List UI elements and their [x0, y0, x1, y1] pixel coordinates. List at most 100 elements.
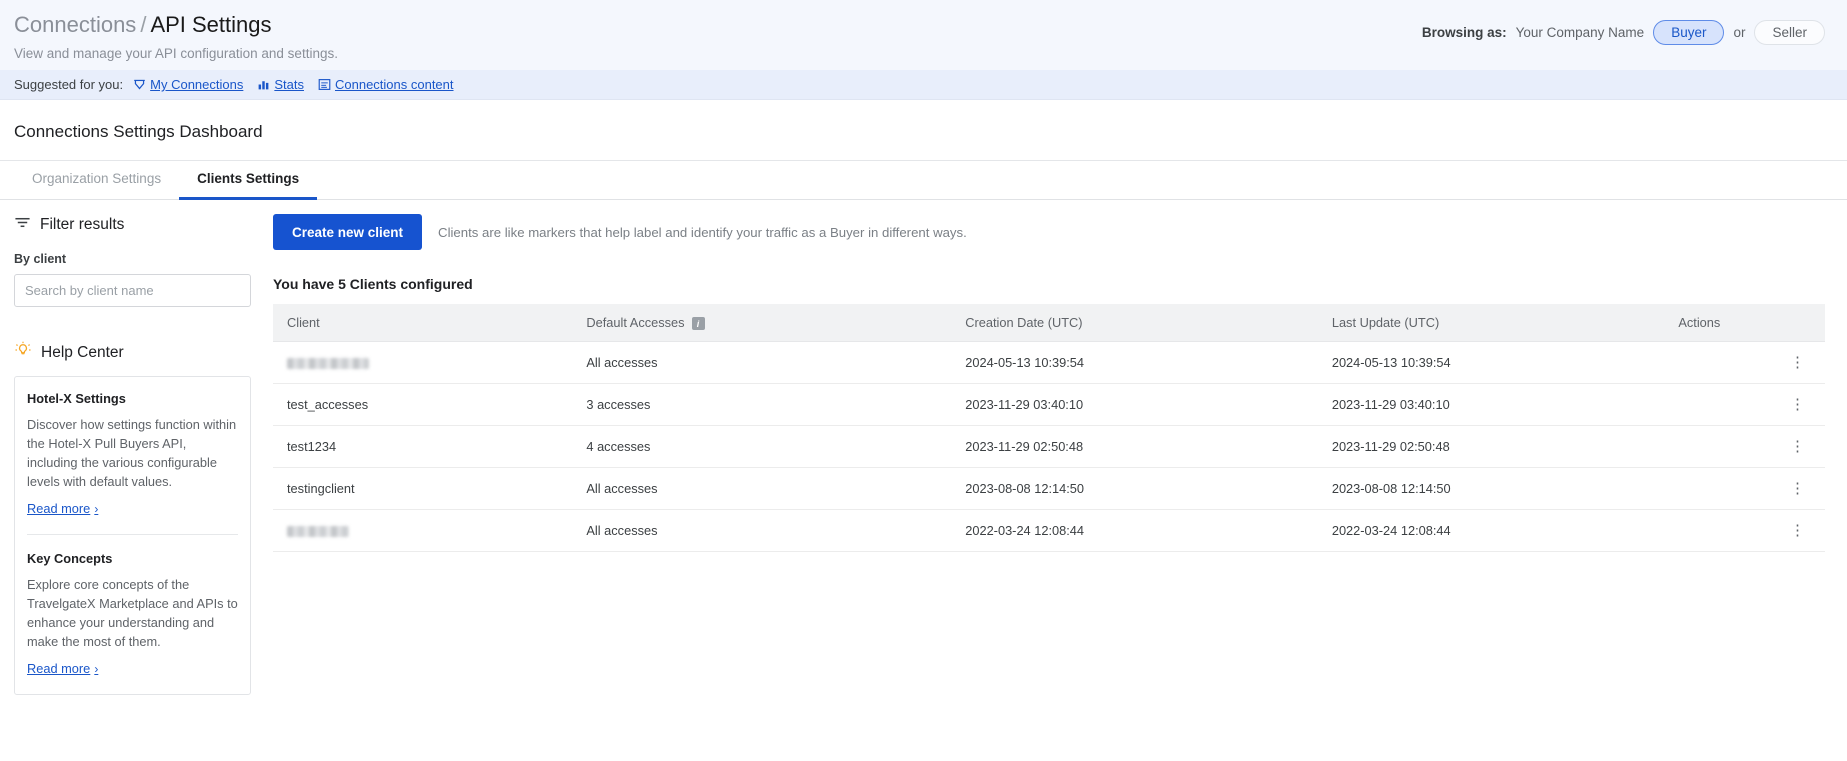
table-row[interactable]: testingclient All accesses 2023-08-08 12… — [273, 467, 1825, 511]
main-toolbar: Create new client Clients are like marke… — [273, 214, 1825, 250]
cell-creation-date: 2024-05-13 10:39:54 — [951, 341, 1318, 385]
column-header-actions: Actions — [1678, 304, 1825, 343]
help-center-title: Help Center — [41, 343, 124, 361]
breadcrumb-current: API Settings — [150, 12, 272, 37]
cell-client: testingclient — [273, 467, 573, 511]
cell-last-update: 2023-11-29 02:50:48 — [1317, 425, 1679, 469]
chevron-right-icon: › — [94, 661, 99, 676]
cell-actions: ⋮ — [1678, 467, 1825, 511]
role-toggle-buyer[interactable]: Buyer — [1653, 20, 1725, 45]
kebab-menu-icon[interactable]: ⋮ — [1786, 523, 1809, 538]
table-row[interactable]: test_accesses 3 accesses 2023-11-29 03:4… — [273, 383, 1825, 427]
column-header-client[interactable]: Client — [273, 304, 573, 343]
help-item-title: Hotel-X Settings — [27, 391, 126, 406]
read-more-label: Read more — [27, 501, 91, 516]
clients-table: Client Default Accesses i Creation Date (… — [273, 304, 1825, 553]
cell-last-update: 2023-08-08 12:14:50 — [1317, 467, 1679, 511]
help-item-text: Explore core concepts of the TravelgateX… — [27, 577, 238, 649]
create-new-client-button[interactable]: Create new client — [273, 214, 423, 250]
clients-table-body: All accesses 2024-05-13 10:39:54 2024-05… — [273, 341, 1825, 553]
cell-last-update: 2022-03-24 12:08:44 — [1317, 509, 1679, 553]
cell-client: test_accesses — [273, 383, 573, 427]
by-client-label: By client — [14, 252, 67, 266]
help-item-text: Discover how settings function within th… — [27, 417, 237, 489]
info-icon[interactable]: i — [691, 317, 705, 331]
cell-actions: ⋮ — [1678, 341, 1825, 385]
column-header-last-update[interactable]: Last Update (UTC) — [1317, 304, 1679, 343]
sidebar: Filter results By client Help Center H — [0, 200, 265, 695]
suggested-label: Suggested for you: — [14, 77, 124, 92]
help-center-header: Help Center — [14, 341, 251, 364]
cell-default-accesses: 4 accesses — [572, 425, 952, 469]
help-item-read-more-link[interactable]: Read more › — [27, 501, 98, 516]
bar-chart-icon — [257, 78, 270, 91]
cell-actions: ⋮ — [1678, 509, 1825, 553]
clients-helper-text: Clients are like markers that help label… — [438, 224, 967, 240]
cell-default-accesses: All accesses — [572, 509, 952, 553]
help-item-read-more-link[interactable]: Read more › — [27, 661, 98, 676]
browsing-company-name: Your Company Name — [1515, 25, 1645, 40]
breadcrumb-parent[interactable]: Connections — [14, 12, 136, 37]
table-header-row: Client Default Accesses i Creation Date (… — [273, 304, 1825, 343]
column-header-label: Default Accesses — [586, 315, 685, 330]
role-toggle-or: or — [1733, 25, 1746, 40]
browsing-as-control: Browsing as: Your Company Name Buyer or … — [1422, 20, 1825, 45]
table-row[interactable]: All accesses 2022-03-24 12:08:44 2022-03… — [273, 509, 1825, 553]
kebab-menu-icon[interactable]: ⋮ — [1786, 397, 1809, 412]
cell-default-accesses: All accesses — [572, 341, 952, 385]
cell-client: test1234 — [273, 425, 573, 469]
settings-tabs: Organization Settings Clients Settings — [0, 161, 1847, 200]
suggested-link-label: Stats — [274, 77, 304, 92]
help-item: Key Concepts Explore core concepts of th… — [27, 534, 238, 678]
cell-actions: ⋮ — [1678, 383, 1825, 427]
help-item-title: Key Concepts — [27, 551, 113, 566]
suggested-for-you-bar: Suggested for you: My Connections Stats … — [0, 70, 1847, 100]
top-header: Connections / API Settings View and manage… — [0, 0, 1847, 70]
filter-results-header: Filter results — [14, 214, 251, 236]
redacted-client-name — [287, 358, 369, 370]
browsing-as-label: Browsing as: — [1421, 25, 1507, 40]
breadcrumb-separator: / — [140, 12, 147, 37]
column-header-default-accesses[interactable]: Default Accesses i — [572, 304, 952, 343]
role-toggle-seller[interactable]: Seller — [1754, 20, 1825, 45]
cell-creation-date: 2023-11-29 03:40:10 — [951, 383, 1318, 427]
table-row[interactable]: test1234 4 accesses 2023-11-29 02:50:48 … — [273, 425, 1825, 469]
suggested-link-label: Connections content — [334, 77, 454, 92]
cell-client — [273, 509, 573, 553]
cell-last-update: 2024-05-13 10:39:54 — [1317, 341, 1679, 385]
table-row[interactable]: All accesses 2024-05-13 10:39:54 2024-05… — [273, 341, 1825, 385]
kebab-menu-icon[interactable]: ⋮ — [1786, 481, 1809, 496]
cell-actions: ⋮ — [1678, 425, 1825, 469]
help-center-card: Hotel-X Settings Discover how settings f… — [14, 376, 251, 695]
redacted-client-name — [287, 526, 349, 538]
cell-creation-date: 2023-11-29 02:50:48 — [951, 425, 1318, 469]
search-client-input[interactable] — [14, 274, 251, 307]
cell-default-accesses: 3 accesses — [572, 383, 952, 427]
cell-creation-date: 2022-03-24 12:08:44 — [951, 509, 1318, 553]
content-list-icon — [318, 78, 331, 91]
tab-clients-settings[interactable]: Clients Settings — [179, 161, 318, 200]
main-content: Create new client Clients are like marke… — [265, 200, 1847, 553]
help-item: Hotel-X Settings Discover how settings f… — [27, 391, 238, 518]
cell-client — [273, 341, 573, 385]
clients-count-text: You have 5 Clients configured — [273, 276, 473, 292]
chevron-right-icon: › — [94, 501, 99, 516]
cell-last-update: 2023-11-29 03:40:10 — [1317, 383, 1679, 427]
lightbulb-icon — [14, 341, 32, 364]
column-header-creation-date[interactable]: Creation Date (UTC) — [951, 304, 1318, 343]
tab-organization-settings[interactable]: Organization Settings — [14, 161, 179, 200]
page-title: Connections Settings Dashboard — [0, 100, 1847, 161]
suggested-link-label: My Connections — [150, 77, 244, 92]
kebab-menu-icon[interactable]: ⋮ — [1786, 355, 1809, 370]
page-subtitle: View and manage your API configuration a… — [14, 46, 338, 61]
suggested-link-connections-content[interactable]: Connections content — [318, 77, 454, 92]
connections-icon — [133, 78, 146, 91]
filter-results-title: Filter results — [40, 216, 125, 233]
cell-creation-date: 2023-08-08 12:14:50 — [951, 467, 1318, 511]
kebab-menu-icon[interactable]: ⋮ — [1786, 439, 1809, 454]
cell-default-accesses: All accesses — [572, 467, 952, 511]
read-more-label: Read more — [27, 661, 91, 676]
suggested-link-stats[interactable]: Stats — [257, 77, 304, 92]
suggested-link-my-connections[interactable]: My Connections — [133, 77, 243, 92]
filter-icon — [14, 214, 31, 236]
